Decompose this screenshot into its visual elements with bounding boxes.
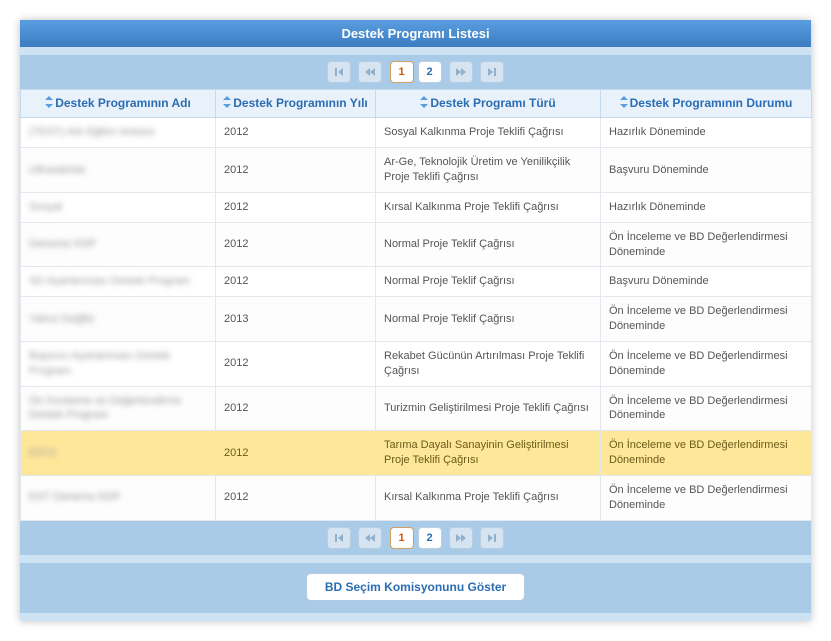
cell-type: Rekabet Gücünün Artırılması Proje Teklif…	[376, 341, 601, 386]
table-row[interactable]: Sosyal2012Kırsal Kalkınma Proje Teklifi …	[21, 192, 812, 222]
sort-icon	[45, 96, 53, 111]
table-row[interactable]: Ön İnceleme ve Değerlendirme Destek Prog…	[21, 386, 812, 431]
cell-year: 2012	[216, 386, 376, 431]
panel-title: Destek Programı Listesi	[20, 20, 811, 47]
pager-top: 12	[20, 55, 811, 89]
col-header-status[interactable]: Destek Programının Durumu	[601, 90, 812, 118]
sort-icon	[420, 96, 428, 111]
cell-type: Kırsal Kalkınma Proje Teklifi Çağrısı	[376, 475, 601, 520]
col-header-name[interactable]: Destek Programının Adı	[21, 90, 216, 118]
table-row[interactable]: Yalnız Değiliz2013Normal Proje Teklif Ça…	[21, 297, 812, 342]
cell-status: Hazırlık Döneminde	[601, 192, 812, 222]
pager-prev-button[interactable]	[358, 61, 382, 83]
pager-last-button[interactable]	[480, 61, 504, 83]
first-icon	[332, 65, 346, 79]
table-row[interactable]: Ultrasatırlar2012Ar-Ge, Teknolojik Üreti…	[21, 148, 812, 193]
cell-type: Turizmin Geliştirilmesi Proje Teklifi Ça…	[376, 386, 601, 431]
cell-type: Normal Proje Teklif Çağrısı	[376, 297, 601, 342]
col-label: Destek Programının Yılı	[233, 96, 368, 110]
cell-name: Deneme KDP	[21, 222, 216, 267]
cell-year: 2012	[216, 475, 376, 520]
pager-prev-button[interactable]	[358, 527, 382, 549]
cell-year: 2012	[216, 431, 376, 476]
prev-icon	[363, 65, 377, 79]
table-row[interactable]: SD Ayarlanması Destek Program2012Normal …	[21, 267, 812, 297]
cell-name: Başvuru Ayarlanması Destek Program	[21, 341, 216, 386]
next-icon	[454, 65, 468, 79]
cell-year: 2012	[216, 148, 376, 193]
pager-bottom: 12	[20, 521, 811, 555]
cell-status: Ön İnceleme ve BD Değerlendirmesi Dönemi…	[601, 222, 812, 267]
pager-first-button[interactable]	[327, 527, 351, 549]
band	[20, 613, 811, 621]
cell-name: Ön İnceleme ve Değerlendirme Destek Prog…	[21, 386, 216, 431]
pager-page-1[interactable]: 1	[390, 61, 414, 83]
table-row[interactable]: (TEST) Adı Eğitim Ankara2012Sosyal Kalkı…	[21, 118, 812, 148]
cell-status: Ön İnceleme ve BD Değerlendirmesi Dönemi…	[601, 297, 812, 342]
last-icon	[485, 65, 499, 79]
sort-icon	[620, 96, 628, 111]
col-label: Destek Programının Adı	[55, 96, 191, 110]
program-list-panel: Destek Programı Listesi 12 Destek Progra…	[20, 20, 811, 621]
cell-year: 2012	[216, 267, 376, 297]
pager-first-button[interactable]	[327, 61, 351, 83]
next-icon	[454, 531, 468, 545]
cell-status: Başvuru Döneminde	[601, 148, 812, 193]
cell-year: 2012	[216, 222, 376, 267]
col-label: Destek Programının Durumu	[630, 96, 793, 110]
first-icon	[332, 531, 346, 545]
cell-type: Tarıma Dayalı Sanayinin Geliştirilmesi P…	[376, 431, 601, 476]
col-header-type[interactable]: Destek Programı Türü	[376, 90, 601, 118]
prev-icon	[363, 531, 377, 545]
table-row[interactable]: EST Deneme KDP2012Kırsal Kalkınma Proje …	[21, 475, 812, 520]
cell-year: 2012	[216, 341, 376, 386]
cell-type: Kırsal Kalkınma Proje Teklifi Çağrısı	[376, 192, 601, 222]
table-row[interactable]: EST22012Tarıma Dayalı Sanayinin Geliştir…	[21, 431, 812, 476]
last-icon	[485, 531, 499, 545]
cell-name: (TEST) Adı Eğitim Ankara	[21, 118, 216, 148]
cell-name: Yalnız Değiliz	[21, 297, 216, 342]
cell-name: EST2	[21, 431, 216, 476]
show-commission-button[interactable]: BD Seçim Komisyonunu Göster	[306, 573, 525, 601]
cell-type: Normal Proje Teklif Çağrısı	[376, 222, 601, 267]
cell-type: Sosyal Kalkınma Proje Teklifi Çağrısı	[376, 118, 601, 148]
cell-year: 2012	[216, 118, 376, 148]
pager-page-1[interactable]: 1	[390, 527, 414, 549]
cell-status: Başvuru Döneminde	[601, 267, 812, 297]
cell-name: EST Deneme KDP	[21, 475, 216, 520]
action-bar: BD Seçim Komisyonunu Göster	[20, 563, 811, 613]
cell-status: Ön İnceleme ve BD Değerlendirmesi Dönemi…	[601, 475, 812, 520]
table-row[interactable]: Deneme KDP2012Normal Proje Teklif Çağrıs…	[21, 222, 812, 267]
cell-type: Ar-Ge, Teknolojik Üretim ve Yenilikçilik…	[376, 148, 601, 193]
cell-status: Ön İnceleme ve BD Değerlendirmesi Dönemi…	[601, 431, 812, 476]
cell-year: 2012	[216, 192, 376, 222]
pager-next-button[interactable]	[449, 61, 473, 83]
pager-last-button[interactable]	[480, 527, 504, 549]
cell-status: Hazırlık Döneminde	[601, 118, 812, 148]
band	[20, 47, 811, 55]
band	[20, 555, 811, 563]
pager-next-button[interactable]	[449, 527, 473, 549]
pager-page-2[interactable]: 2	[418, 61, 442, 83]
sort-icon	[223, 96, 231, 111]
cell-status: Ön İnceleme ve BD Değerlendirmesi Dönemi…	[601, 341, 812, 386]
cell-name: Sosyal	[21, 192, 216, 222]
cell-name: Ultrasatırlar	[21, 148, 216, 193]
cell-year: 2013	[216, 297, 376, 342]
col-header-year[interactable]: Destek Programının Yılı	[216, 90, 376, 118]
cell-status: Ön İnceleme ve BD Değerlendirmesi Dönemi…	[601, 386, 812, 431]
cell-name: SD Ayarlanması Destek Program	[21, 267, 216, 297]
table-row[interactable]: Başvuru Ayarlanması Destek Program2012Re…	[21, 341, 812, 386]
pager-page-2[interactable]: 2	[418, 527, 442, 549]
cell-type: Normal Proje Teklif Çağrısı	[376, 267, 601, 297]
col-label: Destek Programı Türü	[430, 96, 555, 110]
program-table: Destek Programının Adı Destek Programını…	[20, 89, 812, 521]
